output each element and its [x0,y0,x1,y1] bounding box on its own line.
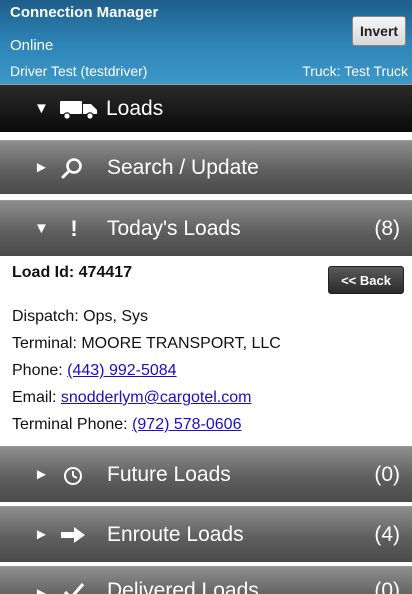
terminal-phone-label: Terminal Phone: [12,416,133,433]
check-icon [62,581,86,594]
email-row: Email: snodderlym@cargotel.com [12,389,251,407]
section-enroute-loads[interactable]: ► Enroute Loads (4) [0,506,412,562]
phone-row: Phone: (443) 992-5084 [12,362,177,380]
search-icon [60,156,84,180]
phone-link[interactable]: (443) 992-5084 [67,362,176,379]
driver-name: Driver Test (testdriver) [10,63,148,79]
collapse-arrow-icon: ► [34,466,49,483]
section-label: Future Loads [107,462,231,486]
back-button[interactable]: << Back [328,266,404,294]
section-count: (0) [374,462,400,486]
exclamation-icon: ! [70,216,78,241]
invert-button[interactable]: Invert [352,16,406,46]
section-future-loads[interactable]: ► Future Loads (0) [0,446,412,502]
collapse-arrow-icon: ► [34,159,49,176]
section-label: Search / Update [107,155,259,179]
section-label: Loads [106,96,164,120]
dispatch-text: Dispatch: Ops, Sys [12,308,149,325]
collapse-arrow-icon: ► [34,526,49,543]
phone-label: Phone: [12,362,68,379]
load-detail-panel: Load Id: 474417 << Back Dispatch: Ops, S… [0,258,412,446]
app-title: Connection Manager [10,4,159,21]
section-count: (8) [374,216,400,240]
section-search-update[interactable]: ► Search / Update [0,140,412,194]
load-id: Load Id: 474417 [12,264,133,281]
section-label: Delivered Loads [107,579,259,594]
connection-status: Online [10,37,54,54]
arrow-right-icon [60,525,86,545]
section-label: Enroute Loads [107,522,244,546]
section-delivered-loads[interactable]: ► Delivered Loads (0) [0,566,412,594]
expand-arrow-icon: ▼ [34,220,49,237]
terminal-phone-row: Terminal Phone: (972) 578-0606 [12,416,241,434]
email-link[interactable]: snodderlym@cargotel.com [61,389,252,406]
section-todays-loads[interactable]: ▼ ! Today's Loads (8) [0,200,412,256]
email-label: Email: [12,389,61,406]
section-loads[interactable]: ▼ Loads [0,84,412,132]
truck-name: Truck: Test Truck [302,63,408,79]
expand-arrow-icon: ▼ [34,100,49,117]
terminal-phone-link[interactable]: (972) 578-0606 [132,416,241,433]
terminal-text: Terminal: MOORE TRANSPORT, LLC [12,335,281,352]
collapse-arrow-icon: ► [34,585,49,594]
app-header: Connection Manager Online Driver Test (t… [0,0,412,84]
section-label: Today's Loads [107,216,241,240]
clock-icon [62,465,84,487]
section-count: (4) [374,522,400,546]
section-count: (0) [374,579,400,594]
truck-icon [58,97,100,121]
